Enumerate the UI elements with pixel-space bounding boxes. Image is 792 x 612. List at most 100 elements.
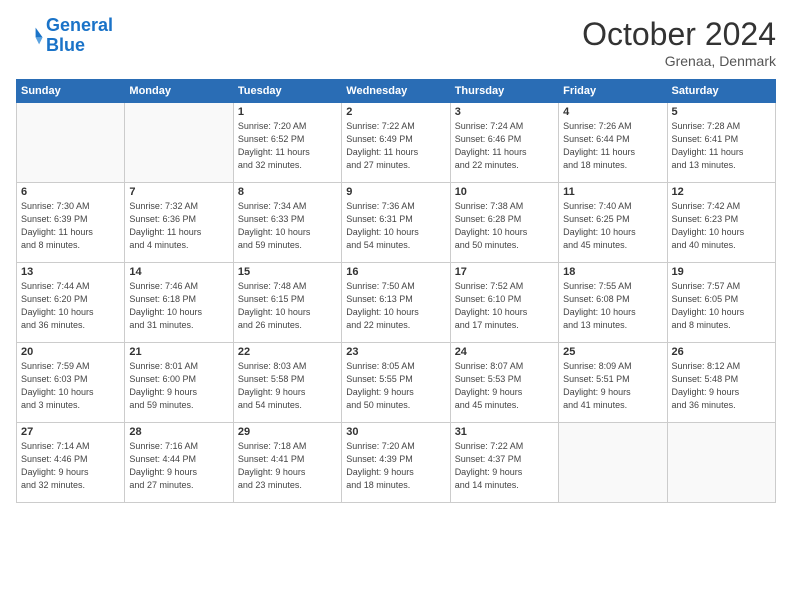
week-row-5: 27Sunrise: 7:14 AM Sunset: 4:46 PM Dayli… (17, 423, 776, 503)
day-cell: 30 Sunrise: 7:20 AM Sunset: 4:39 PM Dayli… (342, 423, 450, 503)
day-info: Sunrise: 8:07 AM Sunset: 5:53 PM Dayligh… (455, 360, 554, 412)
day-info: Sunrise: 7:46 AM Sunset: 6:18 PM Dayligh… (129, 280, 228, 332)
day-cell: 2Sunrise: 7:22 AM Sunset: 6:49 PM Daylig… (342, 103, 450, 183)
day-info: Sunrise: 8:09 AM Sunset: 5:51 PM Dayligh… (563, 360, 662, 412)
day-cell: 12Sunrise: 7:42 AM Sunset: 6:23 PM Dayli… (667, 183, 775, 263)
day-cell: 5Sunrise: 7:28 AM Sunset: 6:41 PM Daylig… (667, 103, 775, 183)
day-number: 18 (563, 266, 662, 278)
day-info: Sunrise: 7:52 AM Sunset: 6:10 PM Dayligh… (455, 280, 554, 332)
day-cell: 7 Sunrise: 7:32 AM Sunset: 6:36 PM Daylig… (125, 183, 233, 263)
header-row: Sunday Monday Tuesday Wednesday Thursday… (17, 80, 776, 103)
day-number: 19 (672, 266, 771, 278)
day-info: Sunrise: 7:36 AM Sunset: 6:31 PM Dayligh… (346, 200, 445, 252)
day-number: 31 (455, 426, 554, 438)
day-number: 14 (129, 266, 228, 278)
day-number: 7 (129, 186, 228, 198)
day-info: Sunrise: 7:20 AM Sunset: 4:39 PM Dayligh… (346, 440, 445, 492)
day-number: 16 (346, 266, 445, 278)
day-info: Sunrise: 8:05 AM Sunset: 5:55 PM Dayligh… (346, 360, 445, 412)
day-cell: 9 Sunrise: 7:36 AM Sunset: 6:31 PM Daylig… (342, 183, 450, 263)
day-number: 3 (455, 106, 554, 118)
day-number: 22 (238, 346, 337, 358)
day-info: Sunrise: 7:32 AM Sunset: 6:36 PM Dayligh… (129, 200, 228, 252)
col-friday: Friday (559, 80, 667, 103)
day-cell: 24Sunrise: 8:07 AM Sunset: 5:53 PM Dayli… (450, 343, 558, 423)
day-cell: 3 Sunrise: 7:24 AM Sunset: 6:46 PM Daylig… (450, 103, 558, 183)
title-block: October 2024 Grenaa, Denmark (582, 16, 776, 69)
day-number: 11 (563, 186, 662, 198)
day-info: Sunrise: 7:24 AM Sunset: 6:46 PM Dayligh… (455, 120, 554, 172)
col-saturday: Saturday (667, 80, 775, 103)
day-info: Sunrise: 7:28 AM Sunset: 6:41 PM Dayligh… (672, 120, 771, 172)
col-sunday: Sunday (17, 80, 125, 103)
day-number: 2 (346, 106, 445, 118)
day-cell: 28Sunrise: 7:16 AM Sunset: 4:44 PM Dayli… (125, 423, 233, 503)
day-cell: 23 Sunrise: 8:05 AM Sunset: 5:55 PM Dayli… (342, 343, 450, 423)
day-number: 28 (129, 426, 228, 438)
location-subtitle: Grenaa, Denmark (582, 53, 776, 69)
day-info: Sunrise: 7:18 AM Sunset: 4:41 PM Dayligh… (238, 440, 337, 492)
day-cell: 10 Sunrise: 7:38 AM Sunset: 6:28 PM Dayli… (450, 183, 558, 263)
day-number: 17 (455, 266, 554, 278)
day-number: 25 (563, 346, 662, 358)
day-number: 12 (672, 186, 771, 198)
day-number: 15 (238, 266, 337, 278)
day-info: Sunrise: 7:55 AM Sunset: 6:08 PM Dayligh… (563, 280, 662, 332)
day-cell: 26Sunrise: 8:12 AM Sunset: 5:48 PM Dayli… (667, 343, 775, 423)
day-cell: 21 Sunrise: 8:01 AM Sunset: 6:00 PM Dayli… (125, 343, 233, 423)
day-number: 20 (21, 346, 120, 358)
day-info: Sunrise: 7:26 AM Sunset: 6:44 PM Dayligh… (563, 120, 662, 172)
day-info: Sunrise: 7:38 AM Sunset: 6:28 PM Dayligh… (455, 200, 554, 252)
month-title: October 2024 (582, 16, 776, 53)
day-number: 21 (129, 346, 228, 358)
day-cell: 22 Sunrise: 8:03 AM Sunset: 5:58 PM Dayli… (233, 343, 341, 423)
day-cell (17, 103, 125, 183)
day-info: Sunrise: 8:01 AM Sunset: 6:00 PM Dayligh… (129, 360, 228, 412)
day-info: Sunrise: 7:59 AM Sunset: 6:03 PM Dayligh… (21, 360, 120, 412)
col-tuesday: Tuesday (233, 80, 341, 103)
col-thursday: Thursday (450, 80, 558, 103)
logo-line2: Blue (46, 35, 85, 55)
day-cell: 17 Sunrise: 7:52 AM Sunset: 6:10 PM Dayli… (450, 263, 558, 343)
day-cell: 8 Sunrise: 7:34 AM Sunset: 6:33 PM Daylig… (233, 183, 341, 263)
day-cell: 14 Sunrise: 7:46 AM Sunset: 6:18 PM Dayli… (125, 263, 233, 343)
logo: General Blue (16, 16, 113, 56)
day-cell: 18 Sunrise: 7:55 AM Sunset: 6:08 PM Dayli… (559, 263, 667, 343)
day-number: 8 (238, 186, 337, 198)
day-cell: 11Sunrise: 7:40 AM Sunset: 6:25 PM Dayli… (559, 183, 667, 263)
day-number: 13 (21, 266, 120, 278)
day-number: 30 (346, 426, 445, 438)
day-number: 10 (455, 186, 554, 198)
day-cell: 20 Sunrise: 7:59 AM Sunset: 6:03 PM Dayli… (17, 343, 125, 423)
week-row-4: 20 Sunrise: 7:59 AM Sunset: 6:03 PM Dayli… (17, 343, 776, 423)
logo-text: General Blue (46, 16, 113, 56)
day-cell (125, 103, 233, 183)
day-cell: 16Sunrise: 7:50 AM Sunset: 6:13 PM Dayli… (342, 263, 450, 343)
calendar-table: Sunday Monday Tuesday Wednesday Thursday… (16, 79, 776, 503)
day-cell: 29Sunrise: 7:18 AM Sunset: 4:41 PM Dayli… (233, 423, 341, 503)
day-number: 9 (346, 186, 445, 198)
day-info: Sunrise: 8:03 AM Sunset: 5:58 PM Dayligh… (238, 360, 337, 412)
day-number: 1 (238, 106, 337, 118)
day-cell: 25 Sunrise: 8:09 AM Sunset: 5:51 PM Dayli… (559, 343, 667, 423)
day-cell: 6Sunrise: 7:30 AM Sunset: 6:39 PM Daylig… (17, 183, 125, 263)
week-row-1: 1 Sunrise: 7:20 AM Sunset: 6:52 PM Daylig… (17, 103, 776, 183)
logo-icon (16, 22, 44, 50)
day-cell: 27Sunrise: 7:14 AM Sunset: 4:46 PM Dayli… (17, 423, 125, 503)
day-number: 6 (21, 186, 120, 198)
day-cell: 13Sunrise: 7:44 AM Sunset: 6:20 PM Dayli… (17, 263, 125, 343)
day-cell: 4Sunrise: 7:26 AM Sunset: 6:44 PM Daylig… (559, 103, 667, 183)
day-info: Sunrise: 8:12 AM Sunset: 5:48 PM Dayligh… (672, 360, 771, 412)
day-cell: 31Sunrise: 7:22 AM Sunset: 4:37 PM Dayli… (450, 423, 558, 503)
day-cell: 1 Sunrise: 7:20 AM Sunset: 6:52 PM Daylig… (233, 103, 341, 183)
day-info: Sunrise: 7:34 AM Sunset: 6:33 PM Dayligh… (238, 200, 337, 252)
week-row-3: 13Sunrise: 7:44 AM Sunset: 6:20 PM Dayli… (17, 263, 776, 343)
day-info: Sunrise: 7:20 AM Sunset: 6:52 PM Dayligh… (238, 120, 337, 172)
day-cell: 19 Sunrise: 7:57 AM Sunset: 6:05 PM Dayli… (667, 263, 775, 343)
page: General Blue October 2024 Grenaa, Denmar… (0, 0, 792, 612)
day-info: Sunrise: 7:57 AM Sunset: 6:05 PM Dayligh… (672, 280, 771, 332)
day-cell: 15Sunrise: 7:48 AM Sunset: 6:15 PM Dayli… (233, 263, 341, 343)
logo-line1: General (46, 15, 113, 35)
day-number: 23 (346, 346, 445, 358)
day-cell (667, 423, 775, 503)
